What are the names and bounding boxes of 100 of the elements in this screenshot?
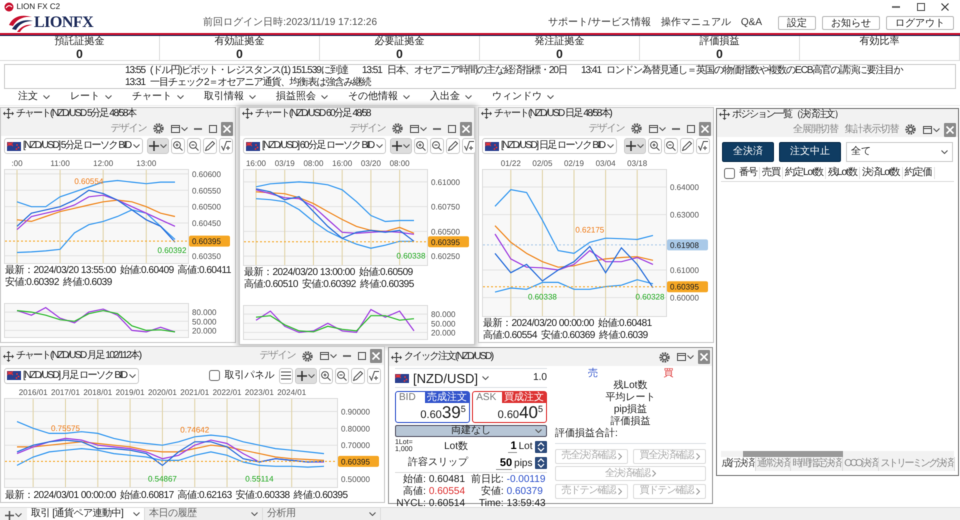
symbol-dropdown[interactable]: [NZD/USD] 日足 ローソク BID	[482, 138, 617, 154]
header-link[interactable]: サポート/サービス情報	[548, 17, 651, 29]
column-header: 約定価	[902, 167, 935, 179]
position-stat-label: 残Lot数	[614, 380, 648, 391]
chart-info-text: 最新：2024/03/20 00:00:00	[483, 318, 594, 330]
axis-label: 2016/01	[18, 388, 48, 397]
total-label: 評価損益合計:	[555, 428, 618, 439]
window-title: クイック注文(NZD/USD)	[404, 351, 493, 363]
axis-label: 2023/01	[244, 388, 274, 397]
field-label: Lot数	[444, 440, 468, 452]
axis-label: 0.90000	[341, 407, 370, 416]
menu-item[interactable]: 取引情報	[196, 91, 264, 103]
tab[interactable]: 取引 [通貨ペア連動中]	[27, 508, 145, 520]
axis-label: 80.000	[431, 310, 456, 320]
chart-info-text: 始値:0.60481	[598, 318, 652, 330]
axis-label: 02/19	[564, 158, 584, 168]
axis-label: 0.60350	[192, 251, 221, 260]
stat-label: NYCL:	[395, 498, 426, 510]
summary-value: 0	[556, 48, 563, 61]
price-badge: 0.61908	[667, 238, 708, 250]
axis-label: 20.000	[192, 326, 216, 336]
summary-label: 有効証拠金	[214, 36, 264, 48]
symbol-dropdown[interactable]: [NZD/USD] 月足 ローソク BID	[4, 368, 139, 384]
axis-label: 20.000	[431, 328, 456, 338]
pair-dropdown[interactable]: [NZD/USD]	[395, 372, 489, 384]
summary-label: 有効比率	[860, 36, 900, 48]
column-header: 売買	[760, 167, 783, 179]
unit-label: pips	[514, 458, 532, 468]
menu-item[interactable]: その他情報	[340, 91, 418, 103]
axis-label: 03/04	[596, 158, 616, 168]
menu-item[interactable]: ウィンドウ	[484, 91, 562, 103]
tab[interactable]: 成行決済	[720, 457, 756, 471]
unit-label: Lot	[518, 442, 532, 452]
header-link[interactable]: 操作マニュアル	[660, 17, 731, 29]
app-title: LION FX C2	[16, 2, 60, 12]
axis-label: 0.60250	[431, 252, 460, 261]
price-badge: 0.60395	[189, 235, 230, 246]
chart-info-text: 高値:0.62163	[178, 490, 232, 501]
axis-label: 03/20	[360, 158, 381, 168]
menu-item[interactable]: 注文	[10, 91, 58, 103]
hedge-dropdown[interactable]: 両建なし	[395, 424, 547, 436]
menu-item[interactable]: 損益照会	[268, 91, 336, 103]
summary-value: 0	[716, 48, 723, 61]
menu-item[interactable]: チャート	[124, 91, 192, 103]
stat-value: 0.60514	[428, 498, 466, 510]
summary-label: 預託証拠金	[54, 36, 104, 48]
axis-label: :00	[11, 158, 23, 168]
summary-label: 評価損益	[700, 36, 740, 48]
chart-info-text: 最新：2024/03/01 00:00:00	[5, 490, 116, 501]
ref-line-label: 0.60395	[431, 237, 460, 246]
sell-order-button[interactable]: 売成注文	[424, 392, 469, 402]
last-login-text: 前回ログイン日時:2023/11/19 17:12:26	[203, 17, 378, 29]
price-label: 0.60554	[74, 176, 104, 186]
price-badge: 0.60395	[667, 280, 708, 292]
input-field[interactable]: 1	[508, 440, 517, 453]
chart-info-text: 終値:0.60395	[360, 278, 414, 290]
checkbox-label: 取引パネル	[224, 370, 274, 382]
buy-order-button[interactable]: 買成注文	[502, 392, 546, 402]
axis-label: 2019/01	[116, 388, 145, 397]
window-title: チャート(NZD/USD 日足 48/58本)	[494, 108, 612, 120]
symbol-dropdown[interactable]: [NZD/USD] 5分足 ローソク BID	[4, 138, 143, 154]
header-button[interactable]: 設定	[778, 16, 816, 30]
stat-value: 0.60554	[428, 486, 466, 498]
price-label: ASK	[476, 392, 496, 402]
stat-label: Time:	[478, 498, 504, 510]
header-button[interactable]: お知らせ	[822, 16, 880, 30]
axis-label: 2020/01	[148, 388, 177, 397]
filter-dropdown[interactable]: 全て	[846, 142, 953, 162]
symbol-dropdown[interactable]: [NZD/USD] 60分足 ローソク BID	[243, 138, 386, 154]
bid-price-panel[interactable]: BID 売成注文 0.6039$^{5}$	[395, 390, 470, 422]
ref-line-label: 0.60395	[341, 457, 370, 466]
summary-label: 必要証拠金	[374, 36, 424, 48]
stat-label: 安値:	[480, 486, 504, 498]
position-stat-label: 評価損益	[610, 416, 650, 427]
field-label: 許容スリップ	[408, 457, 468, 469]
header-button[interactable]: ログアウト	[886, 16, 954, 30]
price-label: 0.60392	[158, 246, 186, 255]
axis-label: 0.60600	[192, 169, 221, 178]
window-title: チャート(NZD/USD 月足 102/112本)	[16, 350, 141, 362]
stat-label: 高値:	[402, 486, 426, 498]
input-field[interactable]: 50	[496, 456, 512, 470]
header-link[interactable]: Q&A	[740, 17, 762, 29]
action-button[interactable]: 注文中止	[779, 142, 841, 162]
news-headline: 日本、オセアニア時間の主な経済指標・20日	[386, 65, 567, 76]
menu-item[interactable]: レート	[62, 91, 120, 103]
ref-line-label: 0.61908	[670, 240, 700, 250]
action-button[interactable]: 全決済	[722, 142, 774, 162]
axis-label: 08:00	[390, 158, 410, 168]
axis-label: 50.000	[192, 317, 216, 326]
price-label: 0.60328	[636, 292, 664, 302]
price-label: 0.74642	[180, 425, 210, 434]
price-badge: 0.60395	[428, 236, 469, 247]
ask-price-panel[interactable]: ASK 買成注文 0.6040$^{5}$	[472, 390, 547, 422]
stat-value: 0.60481	[428, 474, 466, 486]
chart-info-text: 始値:0.60817	[120, 490, 174, 501]
axis-label: 2017/01	[51, 388, 80, 397]
menu-item[interactable]: 入出金	[422, 91, 480, 103]
news-time: 13:55	[125, 65, 146, 76]
axis-label: 0.60450	[192, 218, 221, 228]
chart-info-text: 終値:0.60395	[294, 490, 348, 501]
